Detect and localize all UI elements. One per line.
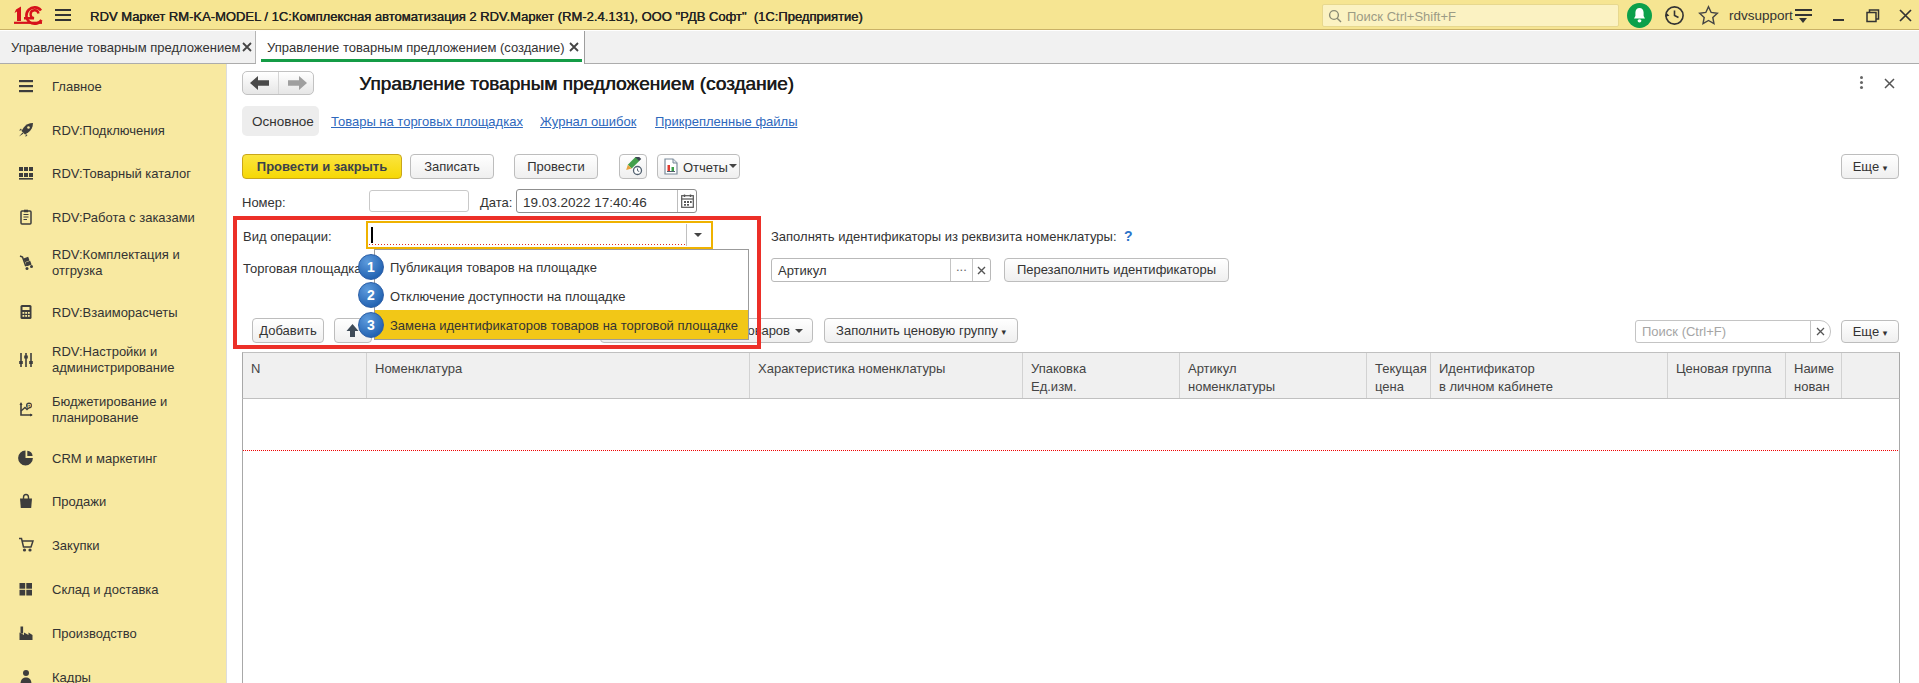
svg-text:P: P xyxy=(27,403,31,409)
